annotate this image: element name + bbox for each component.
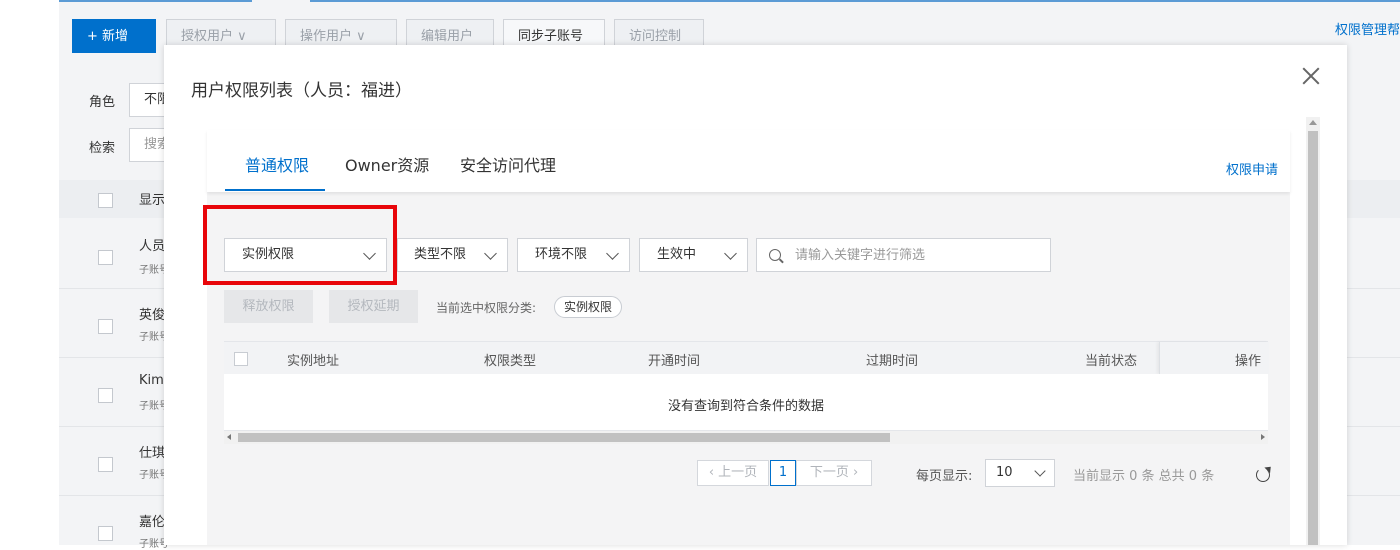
pagination-summary: 当前显示 0 条 总共 0 条 — [1073, 469, 1215, 484]
environment-value: 环境不限 — [535, 247, 588, 262]
select-all-checkbox[interactable] — [98, 193, 113, 208]
chevron-down-icon — [484, 247, 497, 260]
current-category-tag: 实例权限 — [554, 296, 623, 318]
column-permission-type: 权限类型 — [484, 354, 537, 369]
permission-help-link[interactable]: 权限管理帮 — [1335, 19, 1400, 38]
select-all-checkbox[interactable] — [234, 352, 248, 366]
environment-select[interactable]: 环境不限 — [517, 238, 630, 272]
scroll-up-arrow-icon[interactable] — [1309, 120, 1317, 125]
column-operation-cell: 操作 — [1159, 342, 1269, 374]
status-select[interactable]: 生效中 — [639, 238, 748, 272]
top-accent-line — [310, 0, 1400, 2]
modal-vertical-scrollbar[interactable] — [1306, 117, 1320, 545]
scrollbar-thumb[interactable] — [1308, 131, 1318, 545]
left-margin — [0, 0, 59, 545]
page-number-current[interactable]: 1 — [770, 460, 796, 486]
permission-tabs: 普通权限 Owner资源 安全访问代理 权限申请 — [207, 130, 1290, 192]
background-column-header: 显示 — [139, 193, 166, 208]
next-page-label: 下一页 — [809, 465, 849, 480]
close-icon[interactable] — [1300, 65, 1322, 87]
row-checkbox[interactable] — [98, 388, 113, 403]
tab-security-access-proxy[interactable]: 安全访问代理 — [460, 152, 556, 176]
type-select[interactable]: 类型不限 — [397, 238, 508, 272]
modal-content: 普通权限 Owner资源 安全访问代理 权限申请 实例权限 类型不限 环境不限 … — [203, 130, 1290, 545]
chevron-down-icon — [363, 247, 376, 260]
chevron-down-icon — [606, 247, 619, 260]
keyword-search-input[interactable] — [795, 239, 1035, 271]
type-value: 类型不限 — [414, 247, 467, 262]
permission-table-header: 实例地址 权限类型 开通时间 过期时间 当前状态 操作 — [224, 341, 1269, 374]
current-category-label: 当前选中权限分类: — [436, 301, 537, 315]
add-button[interactable]: + 新增 — [72, 19, 156, 53]
permission-scope-value: 实例权限 — [242, 247, 295, 262]
page-size-select[interactable]: 10 — [985, 459, 1055, 487]
row-checkbox[interactable] — [98, 457, 113, 472]
user-name: 英俊 — [139, 308, 166, 323]
column-operation: 操作 — [1235, 354, 1262, 369]
active-tab-indicator — [225, 189, 325, 191]
keyword-search-field[interactable] — [756, 238, 1051, 272]
tab-owner-resource[interactable]: Owner资源 — [345, 152, 429, 176]
column-current-status: 当前状态 — [1085, 354, 1138, 369]
column-expire-time: 过期时间 — [866, 354, 919, 369]
user-name: 仕琪 — [139, 446, 166, 461]
refresh-icon[interactable] — [1256, 468, 1270, 482]
search-label: 检索 — [89, 141, 116, 156]
table-horizontal-scrollbar[interactable] — [224, 431, 1268, 444]
search-icon — [769, 249, 781, 261]
column-instance-address: 实例地址 — [287, 354, 340, 369]
permission-scope-select[interactable]: 实例权限 — [224, 238, 387, 272]
status-value: 生效中 — [657, 247, 697, 262]
scroll-left-arrow-icon[interactable] — [227, 434, 231, 440]
user-name: Kim — [139, 373, 164, 388]
user-permission-modal: 用户权限列表（人员：福进） 普通权限 Owner资源 安全访问代理 权限申请 实… — [164, 45, 1347, 545]
release-permission-button[interactable]: 释放权限 — [224, 290, 313, 323]
permission-apply-link[interactable]: 权限申请 — [1226, 159, 1278, 178]
prev-page-label: 上一页 — [718, 465, 758, 480]
tab-normal-permission[interactable]: 普通权限 — [245, 152, 309, 176]
next-page-button[interactable]: 下一页 › — [796, 460, 872, 486]
scrollbar-thumb[interactable] — [238, 433, 890, 442]
extend-authorization-button[interactable]: 授权延期 — [329, 290, 418, 323]
chevron-down-icon — [1034, 465, 1046, 477]
scroll-right-arrow-icon[interactable] — [1261, 434, 1265, 440]
chevron-down-icon — [724, 247, 737, 260]
page-size-label: 每页显示: — [916, 469, 973, 484]
empty-message: 没有查询到符合条件的数据 — [667, 399, 824, 414]
column-open-time: 开通时间 — [648, 354, 701, 369]
modal-title: 用户权限列表（人员：福进） — [191, 81, 412, 101]
user-name: 嘉伦 — [139, 515, 166, 530]
user-name: 人员 — [139, 239, 166, 254]
role-label: 角色 — [89, 95, 116, 110]
permission-table-body: 没有查询到符合条件的数据 — [224, 374, 1268, 431]
prev-page-button[interactable]: ‹ 上一页 — [697, 460, 769, 486]
page-size-value: 10 — [996, 465, 1013, 480]
row-checkbox[interactable] — [98, 250, 113, 265]
row-checkbox[interactable] — [98, 526, 113, 541]
top-accent-line — [59, 0, 252, 2]
row-checkbox[interactable] — [98, 319, 113, 334]
